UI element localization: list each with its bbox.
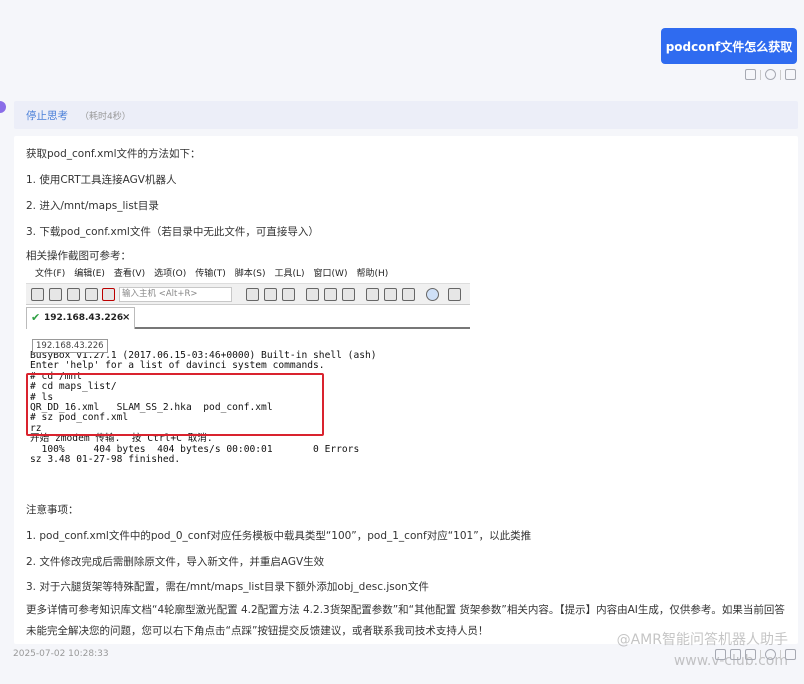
divider <box>760 649 761 660</box>
disconnect-icon <box>102 288 115 301</box>
printer-icon <box>342 288 355 301</box>
host-input: 输入主机 <Alt+R> <box>119 287 232 302</box>
divider <box>780 69 781 80</box>
refresh-icon[interactable] <box>765 649 776 660</box>
session-icon <box>67 288 80 301</box>
print-setup-icon <box>324 288 337 301</box>
menu-item-transfer: 传输(T) <box>195 269 226 279</box>
menu-item-window: 窗口(W) <box>313 269 348 279</box>
refresh-icon[interactable] <box>765 69 776 80</box>
answer-intro: 获取pod_conf.xml文件的方法如下： <box>26 148 201 160</box>
copy-icon <box>246 288 259 301</box>
terminal-line: sz 3.48 01-27-98 finished. <box>30 454 181 466</box>
quick-connect-icon <box>49 288 62 301</box>
delete-icon[interactable] <box>785 649 796 660</box>
menu-item-edit: 编辑(E) <box>74 269 105 279</box>
stop-thinking-button[interactable]: 停止思考 <box>26 108 68 123</box>
step-item: 3. 下载pod_conf.xml文件（若目录中无此文件，可直接导入） <box>26 226 319 238</box>
note-item: 3. 对于六腿货架等特殊配置，需在/mnt/maps_list目录下额外添加ob… <box>26 581 429 593</box>
crt-toolbar: 输入主机 <Alt+R> <box>26 283 470 305</box>
close-icon: × <box>122 312 131 323</box>
crt-menubar: 文件(F) 编辑(E) 查看(V) 选项(O) 传输(T) 脚本(S) 工具(L… <box>26 265 470 283</box>
connect-icon <box>31 288 44 301</box>
assistant-avatar <box>0 101 6 113</box>
thumbs-down-icon[interactable] <box>730 649 741 660</box>
answer-actions <box>715 649 796 660</box>
session-tabbar: ✔ 192.168.43.226 × <box>26 305 470 329</box>
user-message-actions <box>745 69 796 80</box>
highlight-box <box>26 373 324 436</box>
divider <box>760 69 761 80</box>
session-tab: ✔ 192.168.43.226 × <box>26 307 135 329</box>
settings-icon <box>366 288 379 301</box>
menu-item-script: 脚本(S) <box>234 269 266 279</box>
key-icon <box>402 288 415 301</box>
tools-icon <box>384 288 397 301</box>
terminal-screenshot: 文件(F) 编辑(E) 查看(V) 选项(O) 传输(T) 脚本(S) 工具(L… <box>26 265 470 490</box>
paste-icon <box>264 288 277 301</box>
menu-item-view: 查看(V) <box>113 269 146 279</box>
message-timestamp: 2025-07-02 10:28:33 <box>13 649 109 659</box>
notes-title: 注意事项： <box>26 504 79 516</box>
session-tab-label: 192.168.43.226 <box>44 313 124 323</box>
note-item: 2. 文件修改完成后需删除原文件，导入新文件，并重启AGV生效 <box>26 556 325 568</box>
menu-item-tools: 工具(L) <box>274 269 305 279</box>
check-icon: ✔ <box>31 311 41 324</box>
step-item: 2. 进入/mnt/maps_list目录 <box>26 200 159 212</box>
answer-footer: 更多详情可参考知识库文档“4轮廓型激光配置 4.2配置方法 4.2.3货架配置参… <box>26 604 785 637</box>
menu-item-help: 帮助(H) <box>356 269 389 279</box>
menu-item-file: 文件(F) <box>35 269 66 279</box>
screenshot-caption: 相关操作截图可参考： <box>26 250 131 262</box>
thinking-time: （耗时4秒） <box>80 112 131 122</box>
thumbs-up-icon[interactable] <box>715 649 726 660</box>
user-message-bubble[interactable]: podconf文件怎么获取 <box>661 28 797 64</box>
reconnect-icon <box>85 288 98 301</box>
thinking-bar: 停止思考 （耗时4秒） <box>14 101 798 129</box>
menu-item-options: 选项(O) <box>154 269 187 279</box>
terminal-line: Enter 'help' for a list of davinci syste… <box>30 360 325 372</box>
answer-card: 获取pod_conf.xml文件的方法如下： 1. 使用CRT工具连接AGV机器… <box>14 136 798 644</box>
delete-icon[interactable] <box>785 69 796 80</box>
help-icon <box>426 288 439 301</box>
map-icon <box>448 288 461 301</box>
copy-icon[interactable] <box>745 69 756 80</box>
note-item: 1. pod_conf.xml文件中的pod_0_conf对应任务模板中载具类型… <box>26 530 532 542</box>
copy-icon[interactable] <box>745 649 756 660</box>
divider <box>780 649 781 660</box>
find-icon <box>282 288 295 301</box>
step-item: 1. 使用CRT工具连接AGV机器人 <box>26 174 177 186</box>
host-tooltip: 192.168.43.226 <box>32 339 108 353</box>
print-icon <box>306 288 319 301</box>
